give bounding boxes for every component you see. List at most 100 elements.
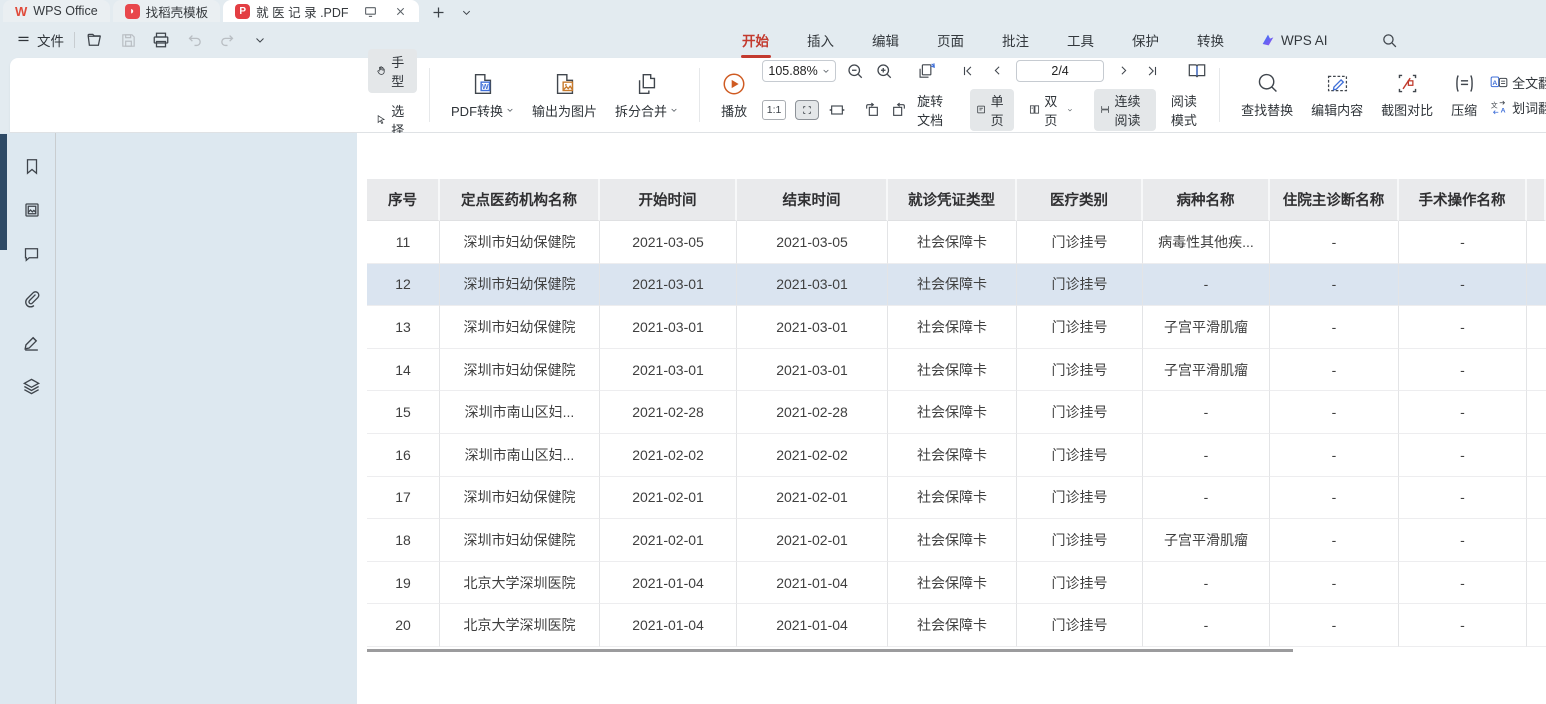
table-row[interactable]: 12深圳市妇幼保健院2021-03-012021-03-01社会保障卡门诊挂号-… (367, 264, 1546, 307)
menu-bar: 文件 开始 插入 编辑 页 (0, 22, 1546, 58)
hand-tool-button[interactable]: 手型 (368, 49, 417, 93)
header-cell: 开始时间 (600, 179, 737, 221)
enter-fullscreen-icon[interactable] (361, 1, 381, 21)
table-row[interactable]: 19北京大学深圳医院2021-01-042021-01-04社会保障卡门诊挂号-… (367, 562, 1546, 605)
actual-size-button[interactable]: 1:1 (762, 100, 786, 120)
table-row[interactable]: 18深圳市妇幼保健院2021-02-012021-02-01社会保障卡门诊挂号子… (367, 519, 1546, 562)
file-menu-label: 文件 (37, 30, 64, 50)
zoom-out-icon[interactable] (845, 61, 865, 81)
tab-home[interactable]: 开始 (740, 24, 771, 56)
table-row[interactable]: 17深圳市妇幼保健院2021-02-012021-02-01社会保障卡门诊挂号-… (367, 477, 1546, 520)
quickbar-chevron-icon[interactable] (250, 30, 270, 50)
table-cell: 病毒性其他疾... (1143, 221, 1270, 264)
compress-button[interactable]: 压缩 (1442, 69, 1486, 121)
tab-convert[interactable]: 转换 (1195, 24, 1226, 56)
full-translate-button[interactable]: A 全文翻译 (1490, 73, 1546, 92)
table-cell: 2021-03-05 (600, 221, 737, 264)
read-mode-icon[interactable] (1187, 61, 1207, 81)
zoom-level-select[interactable]: 105.88% (762, 60, 836, 82)
navigation-sidebar (8, 133, 55, 704)
close-tab-icon[interactable] (391, 1, 411, 21)
bookmark-icon[interactable] (21, 155, 43, 177)
comment-icon[interactable] (21, 243, 43, 265)
table-cell: 2021-02-01 (737, 519, 888, 562)
table-row[interactable]: 14深圳市妇幼保健院2021-03-012021-03-01社会保障卡门诊挂号子… (367, 349, 1546, 392)
actual-size-label: 1:1 (767, 104, 782, 116)
tab-page[interactable]: 页面 (935, 24, 966, 56)
previous-page-icon[interactable] (987, 61, 1007, 81)
tab-edit[interactable]: 编辑 (870, 24, 901, 56)
layers-icon[interactable] (21, 375, 43, 397)
table-row[interactable]: 16深圳市南山区妇...2021-02-022021-02-02社会保障卡门诊挂… (367, 434, 1546, 477)
edit-content-button[interactable]: 编辑内容 (1302, 69, 1372, 121)
table-cell: 社会保障卡 (888, 264, 1017, 307)
find-replace-button[interactable]: 查找替换 (1232, 69, 1302, 121)
table-cell: 2021-02-02 (737, 434, 888, 477)
file-menu-button[interactable]: 文件 (16, 30, 64, 50)
last-page-icon[interactable] (1142, 61, 1162, 81)
export-as-image-button[interactable]: 输出为图片 (523, 69, 606, 122)
save-icon[interactable] (118, 30, 138, 50)
undo-icon[interactable] (184, 30, 204, 50)
double-page-button[interactable]: 双页 (1023, 89, 1079, 131)
rotate-right-icon[interactable] (890, 100, 908, 120)
screenshot-compare-button[interactable]: 截图对比 (1372, 69, 1442, 121)
next-page-icon[interactable] (1113, 61, 1133, 81)
pdf-page[interactable]: 序号定点医药机构名称开始时间结束时间就诊凭证类型医疗类别病种名称住院主诊断名称手… (357, 133, 1546, 704)
table-cell: 门诊挂号 (1017, 306, 1143, 349)
pdf-convert-button[interactable]: W PDF转换 (442, 69, 523, 122)
wps-ai-button[interactable]: WPS AI (1260, 33, 1328, 48)
continuous-reading-button[interactable]: 连续阅读 (1094, 89, 1155, 131)
divider (429, 68, 430, 122)
fit-page-button[interactable] (795, 100, 819, 120)
ribbon-tabs: 开始 插入 编辑 页面 批注 工具 保护 转换 WPS AI (740, 22, 1400, 58)
print-icon[interactable] (151, 30, 171, 50)
thumbnail-icon[interactable] (21, 199, 43, 221)
header-cell: 病种名称 (1143, 179, 1270, 221)
word-translate-button[interactable]: 文A 划词翻译 (1490, 98, 1546, 117)
table-row[interactable]: 13深圳市妇幼保健院2021-03-012021-03-01社会保障卡门诊挂号子… (367, 306, 1546, 349)
table-bottom-rule (367, 649, 1293, 652)
attachment-icon[interactable] (21, 287, 43, 309)
tab-list-chevron-icon[interactable] (457, 2, 477, 22)
table-row[interactable]: 20北京大学深圳医院2021-01-042021-01-04社会保障卡门诊挂号-… (367, 604, 1546, 647)
open-file-icon[interactable] (85, 30, 105, 50)
table-cell: - (1399, 391, 1527, 434)
read-mode-label[interactable]: 阅读模式 (1171, 91, 1207, 129)
fit-width-icon[interactable] (828, 100, 846, 120)
split-merge-button[interactable]: 拆分合并 (606, 69, 687, 122)
signature-icon[interactable] (21, 331, 43, 353)
tab-wps-office[interactable]: W WPS Office (3, 0, 110, 22)
table-cell: 2021-03-01 (737, 306, 888, 349)
table-cell (1527, 306, 1546, 349)
page-number-input[interactable]: 2/4 (1016, 60, 1104, 82)
table-cell: 社会保障卡 (888, 221, 1017, 264)
pdf-convert-label: PDF转换 (451, 101, 503, 120)
first-page-icon[interactable] (958, 61, 978, 81)
tab-docer-templates[interactable]: ◗ 找稻壳模板 (113, 0, 221, 22)
rotate-left-icon[interactable] (863, 100, 881, 120)
zoom-in-icon[interactable] (874, 61, 894, 81)
tab-tools[interactable]: 工具 (1065, 24, 1096, 56)
table-cell: 深圳市妇幼保健院 (440, 477, 600, 520)
table-row[interactable]: 15深圳市南山区妇...2021-02-282021-02-28社会保障卡门诊挂… (367, 391, 1546, 434)
chevron-down-icon (1067, 106, 1073, 114)
table-cell (1527, 434, 1546, 477)
menu-search-icon[interactable] (1380, 30, 1400, 50)
play-slideshow-button[interactable]: 播放 (712, 69, 756, 122)
collapsed-panel-scrollbar[interactable] (0, 134, 7, 250)
rotate-pages-icon[interactable] (917, 61, 937, 81)
single-page-button[interactable]: 单页 (970, 89, 1014, 131)
tab-document-pdf[interactable]: P 就 医 记 录 .PDF (223, 0, 418, 22)
table-row[interactable]: 11深圳市妇幼保健院2021-03-052021-03-05社会保障卡门诊挂号病… (367, 221, 1546, 264)
redo-icon[interactable] (217, 30, 237, 50)
table-cell: 2021-01-04 (600, 562, 737, 605)
tab-protect[interactable]: 保护 (1130, 24, 1161, 56)
table-cell: 社会保障卡 (888, 562, 1017, 605)
rotate-document-label[interactable]: 旋转文档 (917, 91, 953, 129)
table-cell: 2021-03-01 (600, 306, 737, 349)
tab-insert[interactable]: 插入 (805, 24, 836, 56)
new-tab-button[interactable] (429, 2, 449, 22)
table-cell: - (1399, 604, 1527, 647)
tab-annotate[interactable]: 批注 (1000, 24, 1031, 56)
